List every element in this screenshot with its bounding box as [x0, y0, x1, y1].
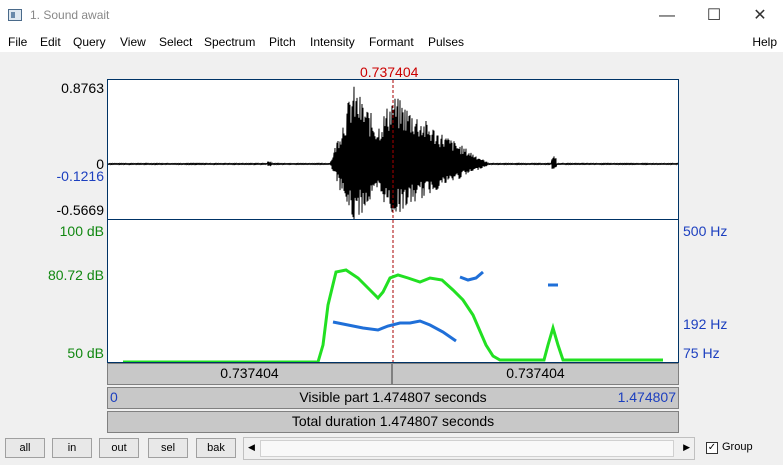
menu-query[interactable]: Query: [73, 35, 106, 49]
pitch-mid-label: 192 Hz: [683, 316, 728, 332]
cursor-time-label: 0.737404: [360, 64, 419, 80]
horizontal-scrollbar[interactable]: ◀ ▶: [243, 437, 695, 460]
time-bar-left-label: 0.737404: [220, 365, 279, 381]
menu-bar: File Edit Query View Select Spectrum Pit…: [0, 32, 783, 52]
all-button[interactable]: all: [5, 438, 45, 458]
menu-help[interactable]: Help: [752, 35, 777, 49]
menu-file[interactable]: File: [8, 35, 27, 49]
sel-button[interactable]: sel: [148, 438, 188, 458]
scroll-thumb[interactable]: [260, 440, 674, 457]
total-duration-label: Total duration 1.474807 seconds: [291, 413, 495, 429]
menu-select[interactable]: Select: [159, 35, 192, 49]
scroll-left-icon[interactable]: ◀: [248, 442, 255, 453]
scroll-right-icon[interactable]: ▶: [683, 442, 690, 453]
total-duration-bar[interactable]: Total duration 1.474807 seconds: [107, 411, 679, 433]
waveform-panel[interactable]: [107, 79, 679, 220]
wave-max-label: 0.8763: [61, 80, 104, 96]
group-checkbox[interactable]: ✓: [706, 442, 718, 454]
menu-formant[interactable]: Formant: [369, 35, 414, 49]
pitch-bottom-label: 75 Hz: [683, 345, 720, 361]
time-bar-right-label: 0.737404: [506, 365, 565, 381]
time-bar-left[interactable]: 0.737404: [107, 363, 392, 385]
wave-min-label: -0.5669: [56, 202, 104, 218]
bak-button[interactable]: bak: [196, 438, 236, 458]
menu-spectrum[interactable]: Spectrum: [204, 35, 255, 49]
menu-view[interactable]: View: [120, 35, 146, 49]
out-button[interactable]: out: [99, 438, 139, 458]
pitch-top-label: 500 Hz: [683, 223, 728, 239]
intensity-top-label: 100 dB: [59, 223, 104, 239]
app-icon: [8, 9, 22, 21]
analysis-panel[interactable]: [107, 220, 679, 363]
visible-part-bar[interactable]: 0 Visible part 1.474807 seconds 1.474807: [107, 387, 679, 409]
analysis-plot[interactable]: [108, 220, 678, 362]
menu-edit[interactable]: Edit: [40, 35, 61, 49]
visible-end: 1.474807: [617, 389, 676, 405]
close-button[interactable]: ✕: [737, 0, 783, 32]
maximize-button[interactable]: ☐: [691, 0, 737, 32]
pitch-curve-2: [459, 270, 484, 282]
intensity-bottom-label: 50 dB: [67, 345, 104, 361]
window-title: 1. Sound await: [30, 8, 110, 22]
wave-cursor-value: -0.1216: [56, 168, 104, 184]
intensity-mid-label: 80.72 dB: [47, 267, 104, 283]
minimize-button[interactable]: —: [644, 0, 690, 32]
menu-pulses[interactable]: Pulses: [428, 35, 464, 49]
group-label: Group: [722, 441, 753, 453]
menu-intensity[interactable]: Intensity: [310, 35, 355, 49]
pitch-curve-1: [332, 319, 457, 343]
in-button[interactable]: in: [52, 438, 92, 458]
time-bar-right[interactable]: 0.737404: [392, 363, 679, 385]
visible-part-label: Visible part 1.474807 seconds: [299, 389, 487, 405]
waveform-plot[interactable]: [108, 80, 678, 219]
menu-pitch[interactable]: Pitch: [269, 35, 296, 49]
title-bar: 1. Sound await — ☐ ✕: [0, 0, 783, 32]
